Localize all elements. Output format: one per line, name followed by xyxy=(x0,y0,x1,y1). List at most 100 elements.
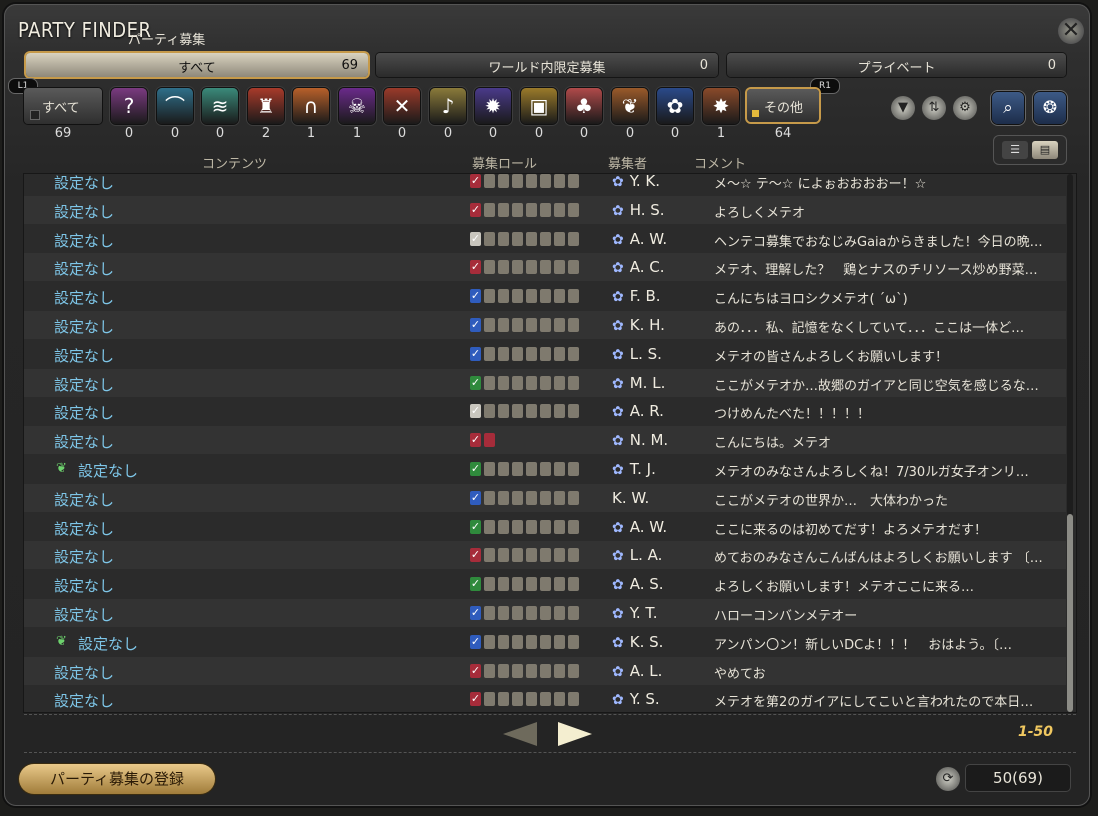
table-row[interactable]: 設定なし ✓ ✿ L. S. メテオの皆さんよろしくお願いします！ xyxy=(24,340,1066,368)
table-row[interactable]: 設定なし ✓ K. W. ここがメテオの世界か… 大体わかった xyxy=(24,484,1066,512)
sort-icon[interactable]: ⇅ xyxy=(922,96,946,120)
gathering-icon[interactable]: ❦ xyxy=(612,88,648,124)
column-role[interactable]: 募集ロール xyxy=(472,153,537,172)
flower-icon: ✿ xyxy=(612,376,624,392)
refresh-icon[interactable]: ⟳ xyxy=(936,767,960,791)
table-row[interactable]: ❦ 設定なし ✓ ✿ K. S. アンパン〇ン！新しいDCよ！！！ おはよう。〔… xyxy=(24,628,1066,656)
gold-saucer-icon[interactable]: ♪ xyxy=(430,88,466,124)
table-row[interactable]: 設定なし ✓ ✿ A. L. やめてお xyxy=(24,657,1066,685)
table-row[interactable]: 設定なし ✓ ✿ Y. K. メ～☆ テ～☆ によぉおおおおー！☆ xyxy=(24,174,1066,195)
category-count: 0 xyxy=(625,126,635,141)
tab-world-limited[interactable]: ワールド内限定募集 0 xyxy=(376,53,718,77)
close-icon[interactable]: ✕ xyxy=(1058,18,1084,44)
filled-slot-icon: ✓ xyxy=(470,174,481,188)
column-recruiter[interactable]: 募集者 xyxy=(608,153,647,172)
hunt-icon[interactable]: ♣ xyxy=(566,88,602,124)
recruiter-name: ✿ Y. T. xyxy=(612,604,658,622)
empty-slot-icon xyxy=(554,347,565,361)
filled-slot-icon: ✓ xyxy=(470,318,481,332)
recruiter-name-text: T. J. xyxy=(629,460,656,478)
column-comment[interactable]: コメント xyxy=(694,153,746,172)
next-page-icon[interactable] xyxy=(558,722,592,746)
table-row[interactable]: 設定なし ✓ ✿ M. L. ここがメテオか…故郷のガイアと同じ空気を感じるな… xyxy=(24,369,1066,397)
prev-page-icon[interactable] xyxy=(503,722,537,746)
empty-slot-icon xyxy=(526,289,537,303)
data-center-icon[interactable]: ❂ xyxy=(1034,92,1066,124)
table-row[interactable]: 設定なし ✓ ✿ K. H. あの．．．私、記憶をなくしていて．．．ここは一体ど… xyxy=(24,311,1066,339)
row-content: 設定なし xyxy=(54,345,114,366)
guildhest-icon[interactable]: ≋ xyxy=(202,88,238,124)
filter-icon[interactable]: ▼ xyxy=(891,96,915,120)
dungeon-icon[interactable]: ⌒ xyxy=(157,88,193,124)
empty-slot-icon xyxy=(498,376,509,390)
table-row[interactable]: 設定なし ✓ ✿ H. S. よろしくメテオ xyxy=(24,196,1066,224)
role-slots: ✓ xyxy=(470,203,582,217)
list-view-icon[interactable]: ☰ xyxy=(1002,141,1028,159)
high-end-icon[interactable]: ☠ xyxy=(339,88,375,124)
flower-icon: ✿ xyxy=(612,692,624,708)
tab-all[interactable]: すべて 69 xyxy=(26,53,368,77)
recruiter-name-text: Y. T. xyxy=(629,604,658,622)
detail-view-icon[interactable]: ▤ xyxy=(1032,141,1058,159)
empty-slot-icon xyxy=(568,260,579,274)
table-row[interactable]: 設定なし ✓ ✿ F. B. こんにちはヨロシクメテオ( ´ω`) xyxy=(24,282,1066,310)
fate-icon[interactable]: ✹ xyxy=(475,88,511,124)
row-content: 設定なし xyxy=(54,546,114,567)
adventuring-forays-icon[interactable]: ✸ xyxy=(703,88,739,124)
empty-slot-icon xyxy=(540,520,551,534)
row-comment: つけめんたべた！！！！！ xyxy=(714,407,871,422)
gear-icon[interactable]: ⚙ xyxy=(953,96,977,120)
trial-icon[interactable]: ♜ xyxy=(248,88,284,124)
role-slots: ✓ xyxy=(470,318,582,332)
empty-slot-icon xyxy=(526,404,537,418)
table-row[interactable]: 設定なし ✓ ✿ Y. S. メテオを第2のガイアにしてこいと言われたので本日… xyxy=(24,685,1066,712)
scrollbar[interactable] xyxy=(1067,174,1073,712)
empty-slot-icon xyxy=(498,347,509,361)
column-content[interactable]: コンテンツ xyxy=(202,153,267,172)
flower-icon: ✿ xyxy=(612,232,624,248)
empty-slot-icon xyxy=(540,692,551,706)
table-row[interactable]: 設定なし ✓ ✿ Y. T. ハローコンバンメテオー xyxy=(24,599,1066,627)
pvp-icon[interactable]: ✕ xyxy=(384,88,420,124)
table-row[interactable]: 設定なし ✓ ✿ N. M. こんにちは。メテオ xyxy=(24,426,1066,454)
empty-slot-icon xyxy=(540,491,551,505)
table-row[interactable]: 設定なし ✓ ✿ A. W. ここに来るのは初めてだす！よろメテオだす！ xyxy=(24,513,1066,541)
category-other-button[interactable]: その他 xyxy=(747,89,819,122)
recruiter-name-text: A. C. xyxy=(629,258,665,276)
filled-slot-icon: ✓ xyxy=(470,232,481,246)
treasure-hunt-icon[interactable]: ▣ xyxy=(521,88,557,124)
empty-slot-icon xyxy=(512,664,523,678)
empty-slot-icon xyxy=(554,606,565,620)
tab-private[interactable]: プライベート 0 xyxy=(727,53,1066,77)
empty-slot-icon xyxy=(554,520,565,534)
empty-slot-icon xyxy=(554,260,565,274)
scrollbar-thumb[interactable] xyxy=(1067,514,1073,712)
table-row[interactable]: 設定なし ✓ ✿ A. S. よろしくお願いします！メテオここに来る… xyxy=(24,570,1066,598)
raid-icon[interactable]: ∩ xyxy=(293,88,329,124)
empty-slot-icon xyxy=(526,347,537,361)
row-content-label: 設定なし xyxy=(54,664,115,682)
deep-dungeon-icon[interactable]: ✿ xyxy=(657,88,693,124)
flower-icon: ✿ xyxy=(612,548,624,564)
table-row[interactable]: ❦ 設定なし ✓ ✿ T. J. メテオのみなさんよろしくね！7/30ルガ女子オンリ… xyxy=(24,455,1066,483)
table-row[interactable]: 設定なし ✓ ✿ L. A. めておのみなさんこんばんはよろしくお願いします 〔… xyxy=(24,541,1066,569)
recruiter-name-text: M. L. xyxy=(629,374,666,392)
empty-slot-icon xyxy=(568,577,579,591)
register-listing-button[interactable]: パーティ募集の登録 xyxy=(19,764,215,794)
filled-slot-icon: ✓ xyxy=(470,577,481,591)
search-icon[interactable]: ⌕ xyxy=(992,92,1024,124)
table-row[interactable]: 設定なし ✓ ✿ A. W. ヘンテコ募集でおなじみGaiaからきました！今日の晩… xyxy=(24,225,1066,253)
row-comment: よろしくメテオ xyxy=(714,206,806,221)
empty-slot-icon xyxy=(498,318,509,332)
table-row[interactable]: 設定なし ✓ ✿ A. R. つけめんたべた！！！！！ xyxy=(24,397,1066,425)
row-content-label: 設定なし xyxy=(54,577,115,595)
table-row[interactable]: 設定なし ✓ ✿ A. C. メテオ、理解した？ 鶏とナスのチリソース炒め野菜… xyxy=(24,253,1066,281)
empty-slot-icon xyxy=(484,577,495,591)
category-all-button[interactable]: すべて xyxy=(24,88,102,124)
row-comment: やめてお xyxy=(714,667,766,682)
category-count: 0 xyxy=(670,126,680,141)
empty-slot-icon xyxy=(540,174,551,188)
recruiter-name-text: Y. K. xyxy=(629,174,660,190)
row-comment: ハローコンバンメテオー xyxy=(714,609,858,624)
question-icon[interactable]: ? xyxy=(111,88,147,124)
